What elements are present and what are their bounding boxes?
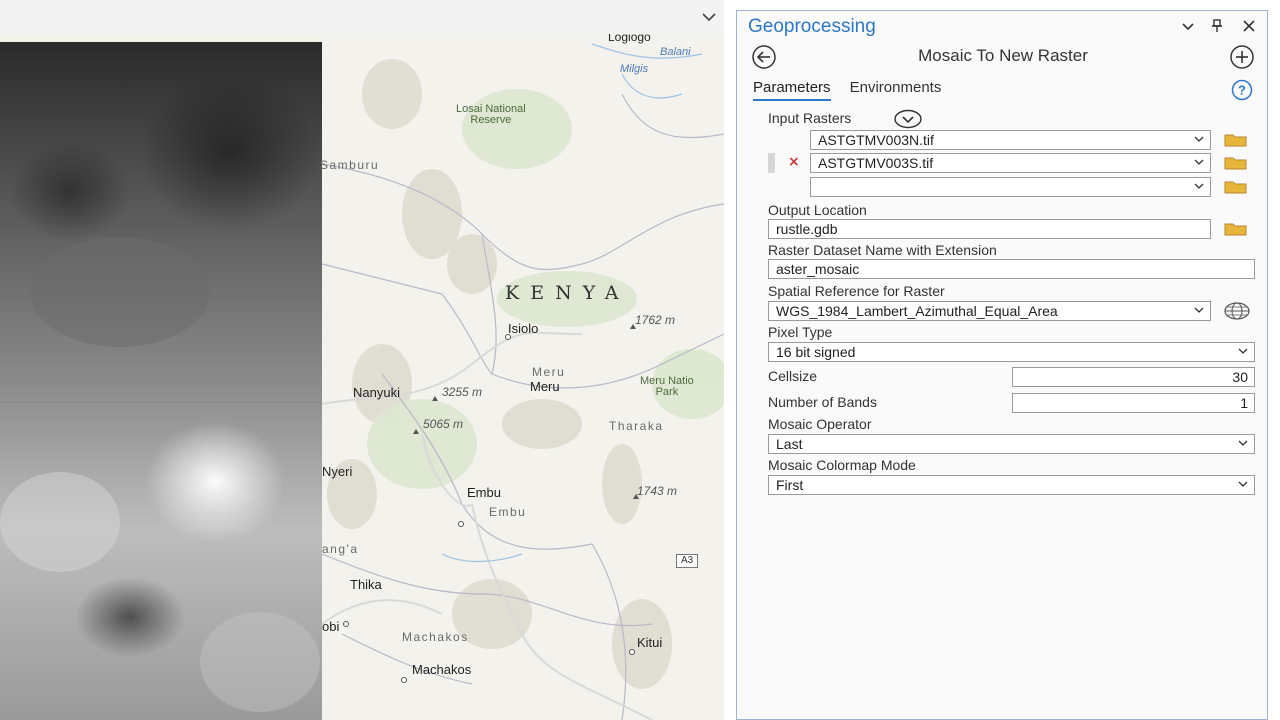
chevron-down-icon[interactable] [1238, 439, 1248, 447]
add-icon[interactable] [1229, 44, 1255, 70]
map-label-tharaka: Tharaka [609, 419, 664, 433]
map-label-samburu: Samburu [320, 158, 380, 172]
map-label-embu-town: Embu [467, 485, 501, 500]
map-label-elev-1762: 1762 m [635, 313, 676, 327]
folder-icon[interactable] [1223, 220, 1249, 238]
map-label-kitui: Kitui [637, 635, 663, 650]
map-label-logiogo: Logiogo [608, 34, 651, 44]
map-label-machakos-town: Machakos [412, 662, 472, 677]
map-label-elev-5065: 5065 m [423, 417, 464, 431]
input-raster-3[interactable] [810, 177, 1211, 197]
input-raster-1[interactable]: ASTGTMV003N.tif [810, 130, 1211, 150]
map-label-nairobi: obi [322, 619, 340, 634]
chevron-down-icon[interactable] [1194, 135, 1204, 143]
chevron-down-icon[interactable] [1179, 17, 1197, 35]
map-label-nyeri: Nyeri [322, 464, 353, 479]
map-label-meru-park: Meru Natio Park [640, 375, 694, 398]
chevron-down-icon[interactable] [1238, 347, 1248, 355]
pane-tabs: Parameters Environments [753, 77, 955, 103]
dataset-name-label: Raster Dataset Name with Extension [768, 242, 997, 258]
folder-icon[interactable] [1223, 178, 1249, 196]
pixel-type-value: 16 bit signed [776, 344, 856, 360]
colormap-mode-label: Mosaic Colormap Mode [768, 457, 916, 473]
map-label-thika: Thika [350, 577, 382, 592]
expand-icon[interactable] [893, 109, 923, 129]
pin-icon[interactable] [1208, 17, 1226, 35]
map-label-elev-1743: 1743 m [637, 484, 678, 498]
pane-title: Geoprocessing [748, 16, 876, 37]
output-location-label: Output Location [768, 202, 867, 218]
drag-handle[interactable] [768, 153, 775, 173]
map-tab-strip [0, 0, 736, 35]
pane-splitter[interactable] [724, 0, 736, 720]
cellsize-label: Cellsize [768, 368, 818, 384]
map-label-machakos-region: Machakos [402, 630, 469, 644]
colormap-mode-value: First [776, 477, 804, 493]
map-label-meru-region: Meru [532, 365, 566, 379]
tool-title: Mosaic To New Raster [918, 46, 1088, 65]
map-label-muranga: ang'a [322, 542, 359, 556]
back-arrow-icon[interactable] [751, 44, 777, 70]
folder-icon[interactable] [1223, 131, 1249, 149]
map-label-kenya: KENYA [505, 282, 630, 304]
remove-raster-button[interactable]: × [788, 154, 800, 170]
tool-header: Mosaic To New Raster [737, 41, 1269, 71]
input-raster-2-value: ASTGTMV003S.tif [818, 155, 934, 171]
close-icon[interactable] [1240, 17, 1258, 35]
mosaic-operator-select[interactable]: Last [768, 434, 1255, 454]
chevron-down-icon[interactable] [700, 10, 718, 24]
map-label-milgis: Milgis [620, 63, 649, 75]
elevation-raster [0, 42, 322, 720]
output-location-field[interactable]: rustle.gdb [768, 219, 1211, 239]
cellsize-field[interactable]: 30 [1012, 367, 1255, 387]
road-shield-a3: A3 [676, 554, 699, 568]
map-label-meru-town: Meru [530, 379, 560, 394]
geoprocessing-pane: Geoprocessing Mosaic To New Raster Param… [736, 10, 1268, 720]
colormap-mode-select[interactable]: First [768, 475, 1255, 495]
pixel-type-label: Pixel Type [768, 324, 833, 340]
map-label-elev-3255: 3255 m [442, 385, 483, 399]
chevron-down-icon[interactable] [1238, 480, 1248, 488]
dataset-name-field[interactable]: aster_mosaic [768, 259, 1255, 279]
mosaic-operator-label: Mosaic Operator [768, 416, 872, 432]
map-label-losai-reserve: Losai National Reserve [456, 103, 526, 126]
spatial-reference-field[interactable]: WGS_1984_Lambert_Azimuthal_Equal_Area [768, 301, 1211, 321]
map-label-embu-region: Embu [489, 505, 527, 519]
input-rasters-label: Input Rasters [768, 110, 852, 126]
chevron-down-icon[interactable] [1194, 182, 1204, 190]
pixel-type-select[interactable]: 16 bit signed [768, 342, 1255, 362]
tab-environments[interactable]: Environments [850, 79, 942, 99]
spatial-reference-label: Spatial Reference for Raster [768, 283, 945, 299]
input-raster-1-value: ASTGTMV003N.tif [818, 132, 934, 148]
number-of-bands-field[interactable]: 1 [1012, 393, 1255, 413]
map-view[interactable]: Logiogo Balani Milgis Losai National Res… [0, 34, 724, 720]
input-raster-2[interactable]: ASTGTMV003S.tif [810, 153, 1211, 173]
folder-icon[interactable] [1223, 154, 1249, 172]
number-of-bands-label: Number of Bands [768, 394, 877, 410]
chevron-down-icon[interactable] [1194, 158, 1204, 166]
svg-text:?: ? [1238, 83, 1246, 98]
chevron-down-icon[interactable] [1194, 306, 1204, 314]
mosaic-operator-value: Last [776, 436, 803, 452]
map-label-balani: Balani [660, 46, 691, 58]
spatial-reference-value: WGS_1984_Lambert_Azimuthal_Equal_Area [776, 303, 1058, 319]
tab-parameters[interactable]: Parameters [753, 79, 831, 101]
globe-icon[interactable] [1223, 301, 1251, 321]
map-label-nanyuki: Nanyuki [353, 385, 400, 400]
help-icon[interactable]: ? [1231, 79, 1253, 101]
map-label-isiolo: Isiolo [508, 321, 539, 336]
